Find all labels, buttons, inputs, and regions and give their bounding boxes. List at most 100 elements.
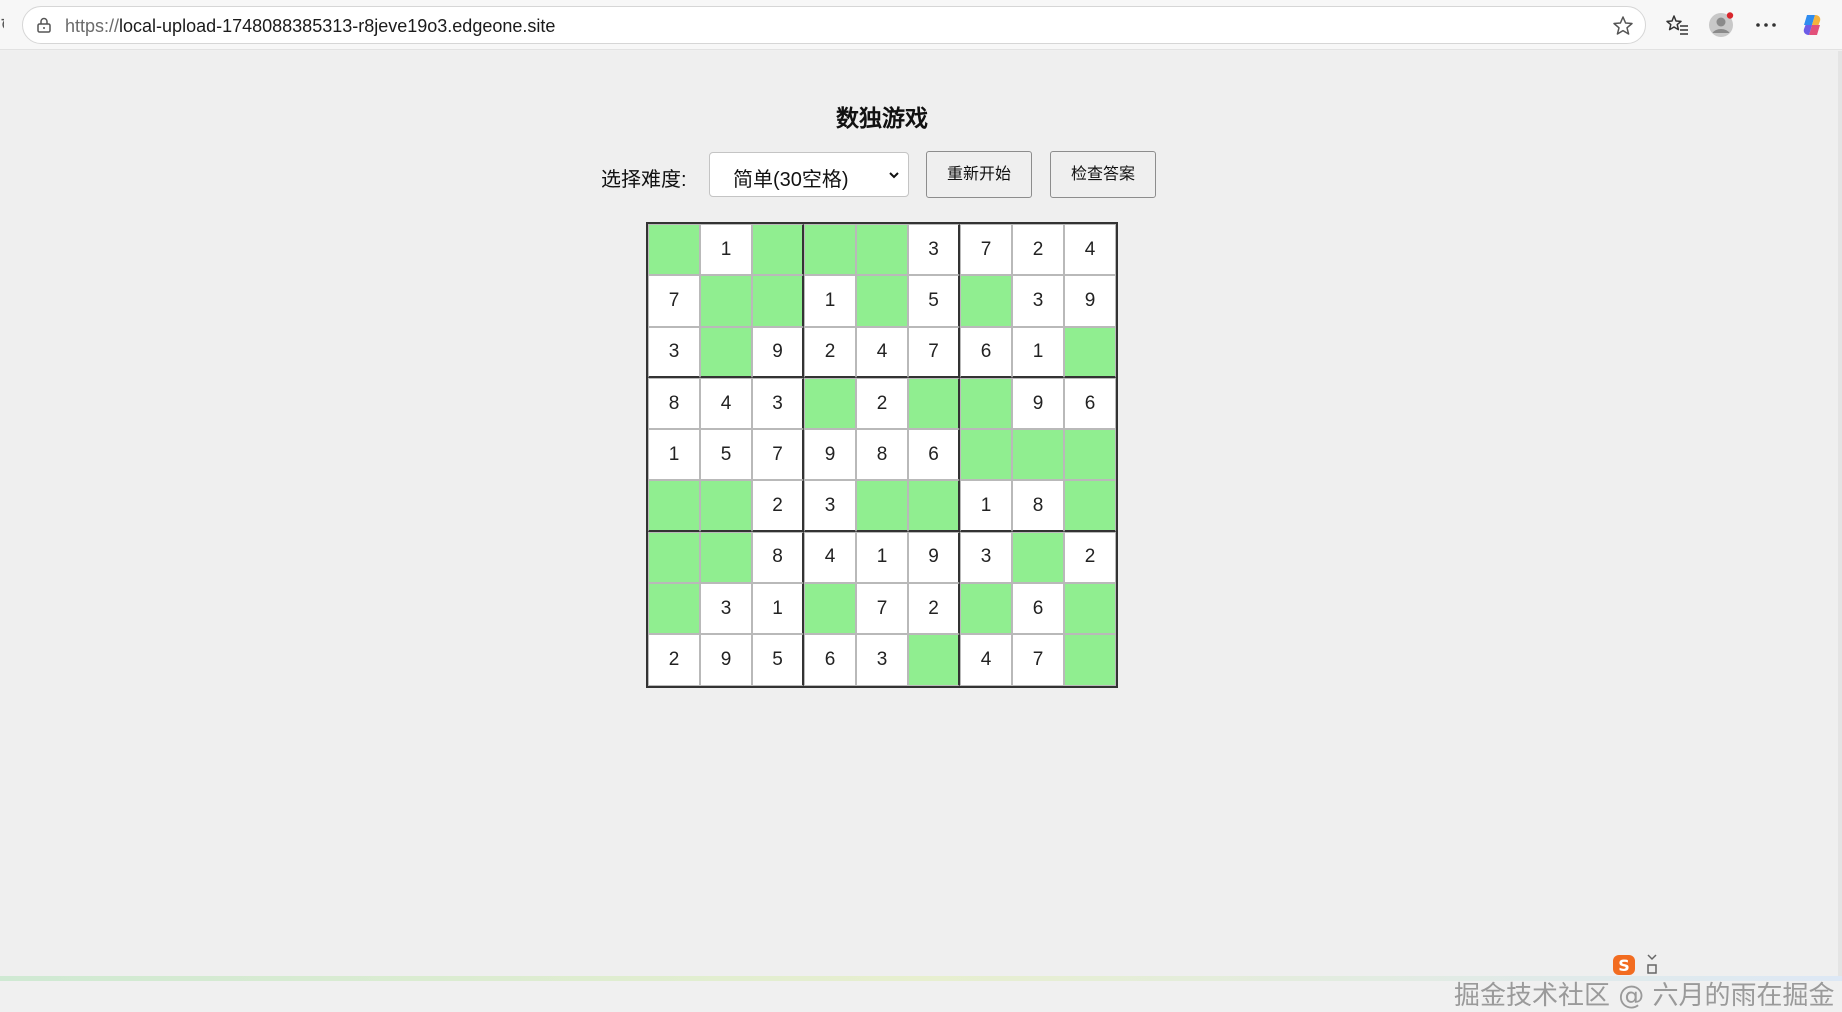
- sudoku-cell-empty[interactable]: [1064, 583, 1116, 635]
- sudoku-cell-given[interactable]: 8: [856, 429, 908, 481]
- refresh-icon[interactable]: ↻: [0, 14, 4, 36]
- sudoku-cell-empty[interactable]: [648, 583, 700, 635]
- sudoku-cell-given[interactable]: 1: [1012, 326, 1064, 378]
- sudoku-cell-given[interactable]: 3: [804, 480, 856, 532]
- sudoku-cell-empty[interactable]: [752, 275, 804, 327]
- sudoku-cell-empty[interactable]: [908, 377, 960, 430]
- sudoku-cell-given[interactable]: 5: [700, 429, 752, 481]
- sudoku-cell-given[interactable]: 5: [752, 634, 804, 686]
- sudoku-cell-empty[interactable]: [1064, 480, 1116, 532]
- sudoku-cell-empty[interactable]: [908, 634, 960, 686]
- sudoku-cell-empty[interactable]: [648, 224, 700, 276]
- sudoku-cell-given[interactable]: 1: [856, 531, 908, 584]
- sudoku-cell-empty[interactable]: [804, 583, 856, 635]
- sudoku-cell-given[interactable]: 3: [1012, 275, 1064, 327]
- difficulty-select[interactable]: 简单(30空格): [709, 152, 909, 197]
- sudoku-cell-empty[interactable]: [908, 480, 960, 532]
- ime-toolbar-icon[interactable]: [1645, 953, 1659, 975]
- profile-icon[interactable]: [1708, 12, 1734, 38]
- sudoku-cell-empty[interactable]: [1064, 326, 1116, 378]
- sudoku-cell-given[interactable]: 3: [752, 377, 804, 430]
- sudoku-cell-given[interactable]: 4: [1064, 224, 1116, 276]
- sudoku-cell-empty[interactable]: [1012, 531, 1064, 584]
- sudoku-cell-given[interactable]: 7: [856, 583, 908, 635]
- copilot-icon[interactable]: [1799, 12, 1825, 38]
- sudoku-cell-empty[interactable]: [804, 224, 856, 276]
- sudoku-cell-empty[interactable]: [1064, 429, 1116, 481]
- sudoku-cell-given[interactable]: 2: [908, 583, 960, 635]
- bottom-accent-line: [0, 976, 1842, 981]
- sudoku-cell-empty[interactable]: [960, 429, 1012, 481]
- page-title: 数独游戏: [836, 105, 928, 131]
- restart-button[interactable]: 重新开始: [926, 151, 1032, 198]
- lock-icon[interactable]: [35, 16, 53, 34]
- page-content: 数独游戏 选择难度: 简单(30空格) 重新开始 检查答案 1372471539…: [0, 51, 1842, 1011]
- check-answer-button[interactable]: 检查答案: [1050, 151, 1156, 198]
- sudoku-cell-given[interactable]: 3: [960, 531, 1012, 584]
- sudoku-cell-given[interactable]: 9: [752, 326, 804, 378]
- sudoku-cell-empty[interactable]: [648, 480, 700, 532]
- sudoku-cell-given[interactable]: 2: [752, 480, 804, 532]
- sudoku-cell-given[interactable]: 1: [700, 224, 752, 276]
- star-icon[interactable]: [1611, 14, 1635, 38]
- sudoku-cell-empty[interactable]: [700, 275, 752, 327]
- sudoku-cell-empty[interactable]: [700, 480, 752, 532]
- sudoku-cell-empty[interactable]: [960, 583, 1012, 635]
- sudoku-cell-given[interactable]: 7: [960, 224, 1012, 276]
- sudoku-cell-empty[interactable]: [856, 275, 908, 327]
- sudoku-cell-empty[interactable]: [700, 531, 752, 584]
- sudoku-cell-given[interactable]: 2: [1064, 531, 1116, 584]
- sudoku-cell-given[interactable]: 3: [856, 634, 908, 686]
- url-text[interactable]: https://local-upload-1748088385313-r8jev…: [65, 16, 555, 36]
- sudoku-cell-given[interactable]: 9: [804, 429, 856, 481]
- sudoku-cell-given[interactable]: 9: [908, 531, 960, 584]
- sudoku-cell-given[interactable]: 7: [1012, 634, 1064, 686]
- sudoku-cell-given[interactable]: 4: [960, 634, 1012, 686]
- sudoku-cell-empty[interactable]: [856, 480, 908, 532]
- sudoku-cell-given[interactable]: 3: [700, 583, 752, 635]
- sudoku-cell-given[interactable]: 2: [856, 377, 908, 430]
- sudoku-cell-given[interactable]: 1: [960, 480, 1012, 532]
- sudoku-cell-given[interactable]: 9: [700, 634, 752, 686]
- sudoku-cell-empty[interactable]: [804, 377, 856, 430]
- favorites-icon[interactable]: [1664, 12, 1690, 38]
- sudoku-cell-given[interactable]: 5: [908, 275, 960, 327]
- sudoku-cell-empty[interactable]: [648, 531, 700, 584]
- sudoku-cell-given[interactable]: 6: [1012, 583, 1064, 635]
- sudoku-cell-empty[interactable]: [1012, 429, 1064, 481]
- sudoku-cell-given[interactable]: 7: [908, 326, 960, 378]
- sudoku-cell-given[interactable]: 2: [804, 326, 856, 378]
- sudoku-cell-given[interactable]: 6: [908, 429, 960, 481]
- page-scrollbar[interactable]: [1838, 51, 1842, 981]
- sudoku-cell-given[interactable]: 6: [960, 326, 1012, 378]
- sudoku-cell-given[interactable]: 7: [752, 429, 804, 481]
- sudoku-cell-given[interactable]: 6: [1064, 377, 1116, 430]
- sudoku-cell-given[interactable]: 1: [804, 275, 856, 327]
- sudoku-cell-empty[interactable]: [752, 224, 804, 276]
- sudoku-cell-given[interactable]: 9: [1064, 275, 1116, 327]
- sudoku-cell-given[interactable]: 7: [648, 275, 700, 327]
- ime-logo-icon[interactable]: S: [1612, 953, 1638, 977]
- sudoku-cell-given[interactable]: 2: [1012, 224, 1064, 276]
- sudoku-cell-given[interactable]: 3: [908, 224, 960, 276]
- address-bar[interactable]: https://local-upload-1748088385313-r8jev…: [22, 6, 1646, 44]
- sudoku-cell-given[interactable]: 2: [648, 634, 700, 686]
- sudoku-cell-given[interactable]: 4: [700, 377, 752, 430]
- sudoku-cell-empty[interactable]: [700, 326, 752, 378]
- more-icon[interactable]: [1753, 12, 1779, 38]
- sudoku-cell-empty[interactable]: [1064, 634, 1116, 686]
- sudoku-cell-given[interactable]: 8: [1012, 480, 1064, 532]
- sudoku-cell-given[interactable]: 4: [804, 531, 856, 584]
- sudoku-board: 1372471539392476184329615798623188419323…: [646, 222, 1118, 688]
- sudoku-cell-given[interactable]: 1: [752, 583, 804, 635]
- sudoku-cell-empty[interactable]: [856, 224, 908, 276]
- sudoku-cell-given[interactable]: 9: [1012, 377, 1064, 430]
- sudoku-cell-given[interactable]: 8: [648, 377, 700, 430]
- sudoku-cell-given[interactable]: 4: [856, 326, 908, 378]
- sudoku-cell-given[interactable]: 1: [648, 429, 700, 481]
- sudoku-cell-empty[interactable]: [960, 275, 1012, 327]
- sudoku-cell-given[interactable]: 3: [648, 326, 700, 378]
- sudoku-cell-empty[interactable]: [960, 377, 1012, 430]
- sudoku-cell-given[interactable]: 6: [804, 634, 856, 686]
- sudoku-cell-given[interactable]: 8: [752, 531, 804, 584]
